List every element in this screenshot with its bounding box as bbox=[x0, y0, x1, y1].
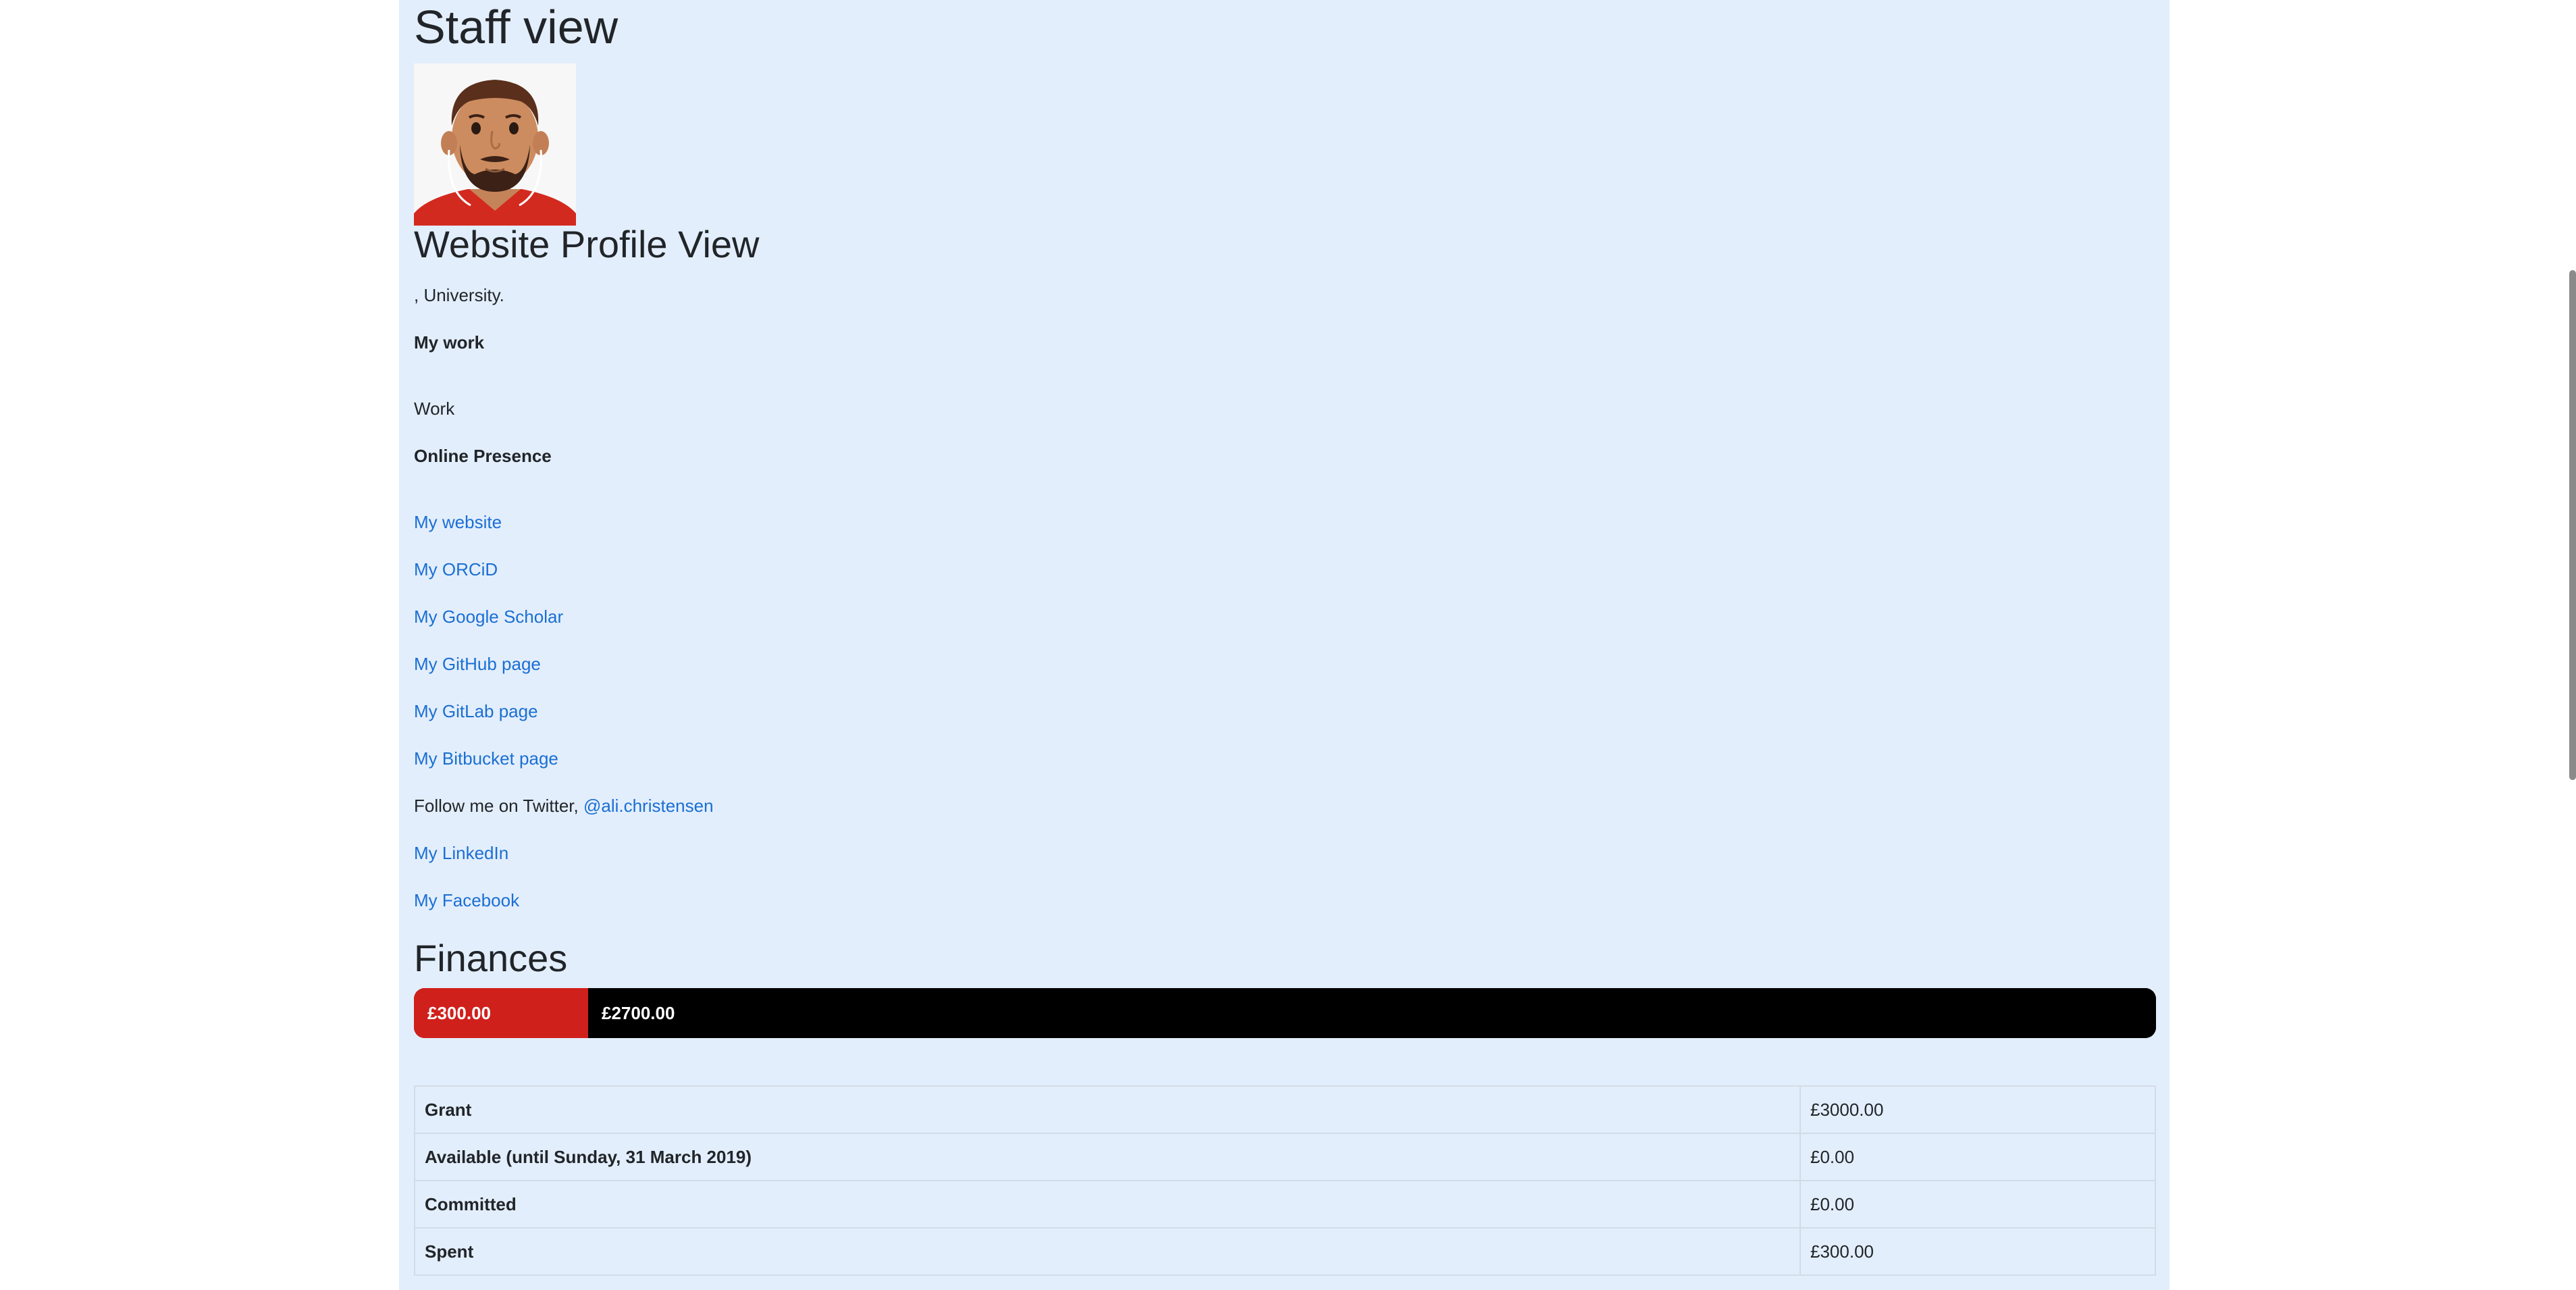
finances-progress-bar: £300.00 £2700.00 bbox=[414, 988, 2156, 1038]
avatar bbox=[414, 63, 576, 226]
table-row: Spent £300.00 bbox=[414, 1227, 2156, 1276]
row-value: £0.00 bbox=[1799, 1180, 2156, 1229]
row-value: £0.00 bbox=[1799, 1133, 2156, 1181]
table-row: Committed £0.00 bbox=[414, 1180, 2156, 1229]
page-title: Staff view bbox=[414, 1, 619, 53]
twitter-handle-link[interactable]: @ali.christensen bbox=[583, 796, 714, 816]
orcid-link[interactable]: My ORCiD bbox=[414, 559, 498, 579]
table-row: Available (until Sunday, 31 March 2019) £… bbox=[414, 1133, 2156, 1181]
scrollbar-thumb[interactable] bbox=[2569, 270, 2576, 780]
bitbucket-link[interactable]: My Bitbucket page bbox=[414, 748, 558, 769]
github-link[interactable]: My GitHub page bbox=[414, 654, 541, 674]
my-work-heading: My work bbox=[414, 332, 485, 353]
profile-title: Website Profile View bbox=[414, 223, 760, 265]
finances-title: Finances bbox=[414, 937, 568, 979]
row-value: £3000.00 bbox=[1799, 1085, 2156, 1134]
table-row: Grant £3000.00 bbox=[414, 1085, 2156, 1134]
work-text: Work bbox=[414, 398, 455, 419]
avatar-man-beard-icon bbox=[414, 63, 576, 226]
twitter-prefix: Follow me on Twitter, bbox=[414, 796, 579, 816]
row-label: Available (until Sunday, 31 March 2019) bbox=[414, 1133, 1801, 1181]
online-presence-heading: Online Presence bbox=[414, 446, 552, 466]
google-scholar-link[interactable]: My Google Scholar bbox=[414, 607, 563, 627]
remaining-segment: £2700.00 bbox=[588, 988, 2156, 1038]
row-label: Spent bbox=[414, 1227, 1801, 1276]
linkedin-link[interactable]: My LinkedIn bbox=[414, 843, 508, 863]
website-link[interactable]: My website bbox=[414, 512, 502, 532]
row-label: Committed bbox=[414, 1180, 1801, 1229]
affiliation-text: , University. bbox=[414, 285, 504, 305]
gitlab-link[interactable]: My GitLab page bbox=[414, 701, 538, 721]
spent-segment: £300.00 bbox=[414, 988, 588, 1038]
row-label: Grant bbox=[414, 1085, 1801, 1134]
row-value: £300.00 bbox=[1799, 1227, 2156, 1276]
facebook-link[interactable]: My Facebook bbox=[414, 890, 519, 910]
finances-table: Grant £3000.00 Available (until Sunday, 31… bbox=[414, 1085, 2156, 1276]
twitter-line: Follow me on Twitter, @ali.christensen bbox=[414, 792, 714, 819]
